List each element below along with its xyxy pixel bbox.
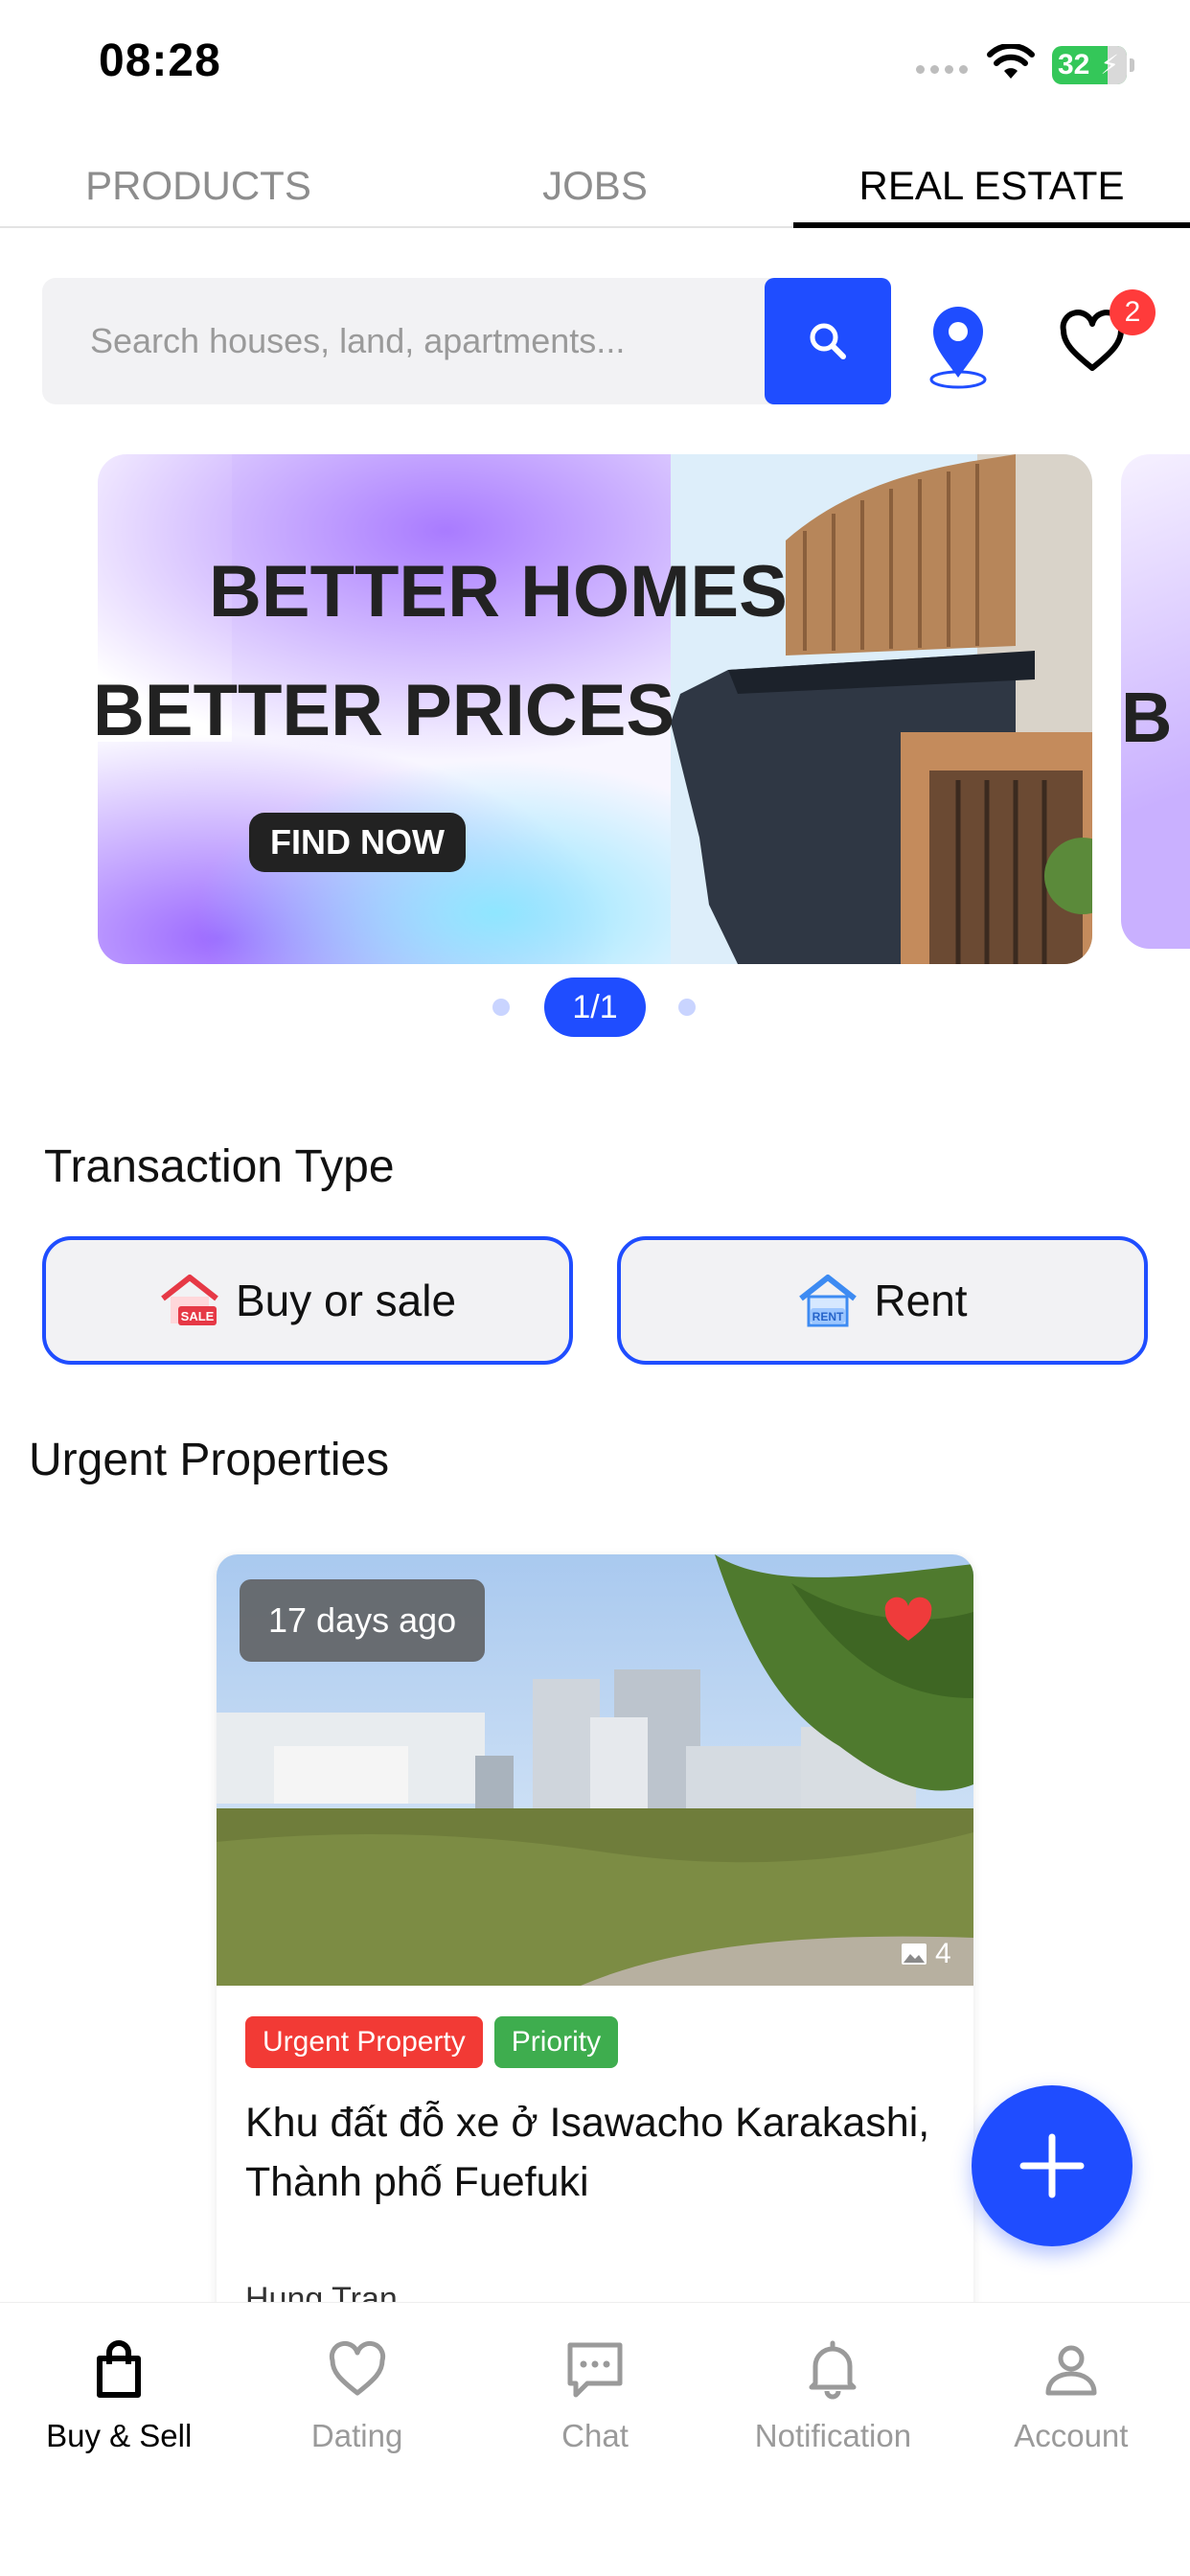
nav-label: Account — [1014, 2418, 1129, 2453]
next-banner-letter: B — [1121, 678, 1173, 757]
tab-products[interactable]: PRODUCTS — [0, 153, 397, 226]
bottom-navigation: Buy & Sell Dating Chat Notification Acco… — [0, 2302, 1190, 2576]
search-bar — [42, 278, 891, 404]
banner-headline-1: BETTER HOMES — [209, 551, 788, 632]
transaction-type-title: Transaction Type — [44, 1141, 395, 1192]
buy-or-sale-button[interactable]: SALE Buy or sale — [42, 1236, 573, 1365]
pager-dot[interactable] — [492, 999, 510, 1016]
category-tabs: PRODUCTS JOBS REAL ESTATE — [0, 153, 1190, 228]
chat-bubble-icon — [567, 2342, 623, 2398]
banner-house-image — [671, 454, 1092, 964]
urgent-properties-title: Urgent Properties — [29, 1435, 390, 1485]
sale-icon-text: SALE — [181, 1309, 215, 1323]
user-icon — [1045, 2345, 1097, 2396]
heart-outline-icon — [329, 2340, 385, 2396]
add-listing-button[interactable] — [972, 2085, 1133, 2246]
battery-icon: 32 ⚡ — [1052, 46, 1134, 84]
nav-label: Dating — [310, 2418, 403, 2453]
cellular-signal-icon — [916, 65, 968, 74]
rent-label: Rent — [874, 1276, 968, 1325]
nav-dating[interactable]: Dating — [238, 2303, 475, 2576]
shopping-bag-icon — [97, 2340, 142, 2398]
favorite-heart-icon[interactable] — [881, 1597, 935, 1644]
location-pin-icon[interactable] — [920, 303, 996, 389]
nav-chat[interactable]: Chat — [476, 2303, 714, 2576]
house-rent-icon: RENT — [799, 1275, 858, 1327]
pager-dot[interactable] — [678, 999, 696, 1016]
posted-time-badge: 17 days ago — [240, 1579, 486, 1662]
rent-button[interactable]: RENT Rent — [617, 1236, 1148, 1365]
photo-count-value: 4 — [935, 1938, 951, 1969]
wifi-icon — [987, 44, 1035, 79]
search-button[interactable] — [765, 278, 891, 404]
priority-tag: Priority — [493, 2016, 619, 2068]
search-icon — [810, 323, 846, 359]
status-bar: 08:28 32 ⚡ — [0, 0, 1190, 134]
status-time: 08:28 — [99, 35, 221, 86]
property-tags: Urgent Property Priority — [245, 2016, 619, 2068]
nav-label: Buy & Sell — [46, 2418, 193, 2453]
image-icon — [902, 1944, 927, 1965]
pager-indicator: 1/1 — [544, 978, 646, 1037]
next-banner-peek[interactable]: B — [1121, 454, 1190, 949]
rent-icon-text: RENT — [812, 1310, 844, 1323]
bell-icon — [809, 2340, 857, 2400]
nav-label: Chat — [561, 2418, 629, 2453]
nav-notification[interactable]: Notification — [714, 2303, 951, 2576]
search-input[interactable] — [42, 278, 765, 404]
promo-banner[interactable]: BETTER HOMES BETTER PRICES FIND NOW — [98, 454, 1092, 964]
banner-pager: 1/1 — [0, 968, 1190, 1037]
nav-label: Notification — [754, 2418, 912, 2453]
nav-account[interactable]: Account — [952, 2303, 1190, 2576]
tab-real-estate[interactable]: REAL ESTATE — [793, 153, 1190, 228]
find-now-button[interactable]: FIND NOW — [249, 813, 466, 872]
battery-level: 32 — [1058, 49, 1090, 80]
property-title: Khu đất đỗ xe ở Isawacho Karakashi, Thàn… — [245, 2100, 930, 2205]
favorites-badge: 2 — [1110, 289, 1156, 335]
house-sale-icon: SALE — [161, 1275, 218, 1325]
urgent-property-tag: Urgent Property — [245, 2016, 483, 2068]
nav-buy-sell[interactable]: Buy & Sell — [0, 2303, 238, 2576]
photo-count: 4 — [901, 1938, 951, 1970]
tab-jobs[interactable]: JOBS — [397, 153, 793, 226]
plus-icon — [1019, 2133, 1085, 2198]
banner-headline-2: BETTER PRICES — [98, 670, 675, 751]
buy-or-sale-label: Buy or sale — [235, 1276, 457, 1325]
